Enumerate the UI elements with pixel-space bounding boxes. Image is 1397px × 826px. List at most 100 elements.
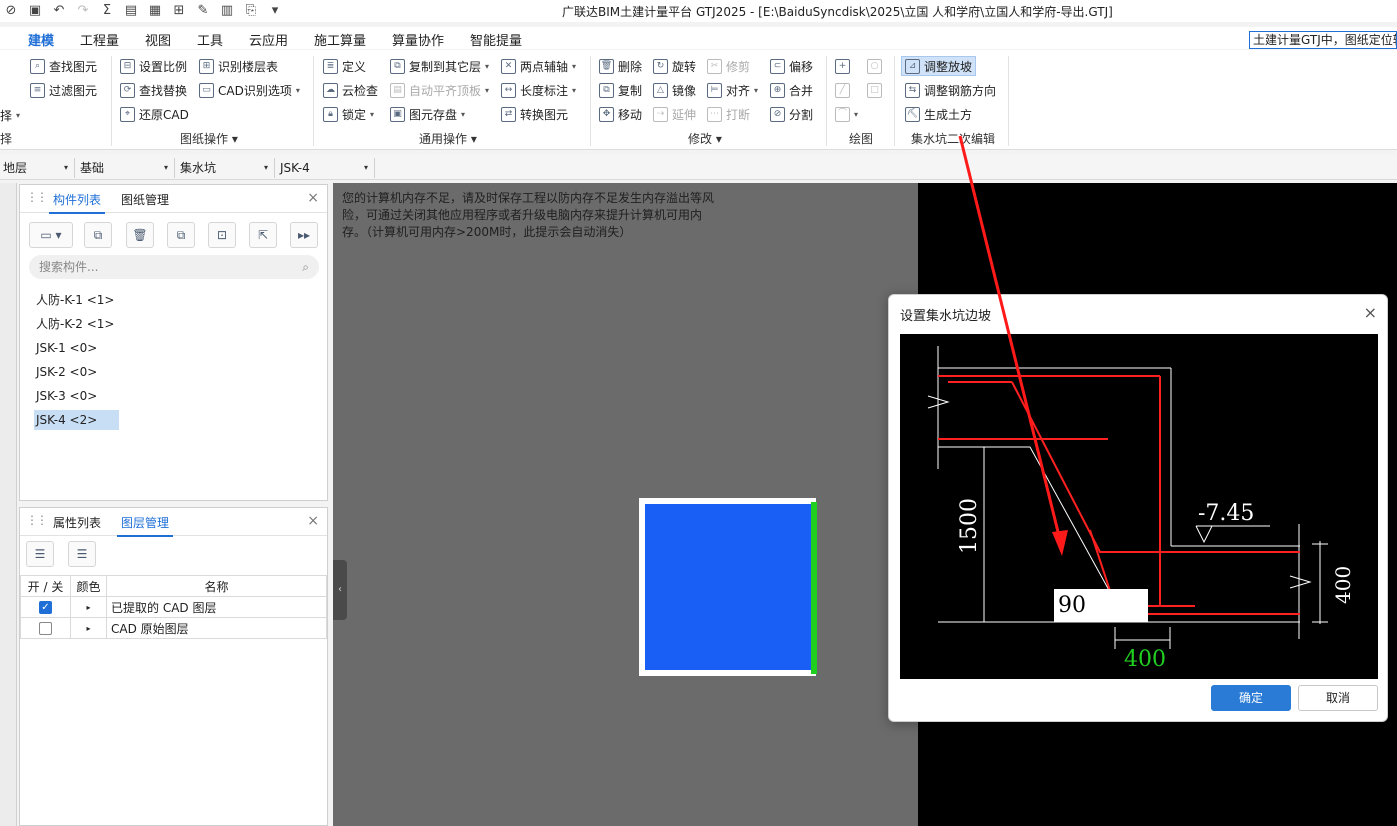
split-button[interactable]: ⊘ 分割	[770, 104, 813, 124]
tab-tools[interactable]: 工具	[197, 30, 223, 49]
tab-layer-management[interactable]: 图层管理	[116, 514, 174, 537]
rotate-button[interactable]: ↻ 旋转	[653, 56, 696, 76]
cloud-check-button[interactable]: ☁ 云检查	[323, 80, 378, 100]
draw-arc-tool[interactable]: ○	[867, 56, 882, 76]
tab-view[interactable]: 视图	[145, 30, 171, 49]
component-type-select[interactable]: 集水坑 ▾	[177, 158, 275, 178]
close-icon[interactable]: ×	[307, 513, 319, 529]
list-item[interactable]: JSK-3 <0>	[34, 386, 99, 406]
show-layers-button[interactable]: ☰	[26, 541, 54, 567]
list-item[interactable]: JSK-1 <0>	[34, 338, 99, 358]
help-search-box[interactable]: 土建计量GTJ中，图纸定位转	[1249, 31, 1397, 49]
tab-quantity[interactable]: 工程量	[80, 30, 119, 49]
grid-icon[interactable]: ▦	[146, 2, 164, 20]
list-item[interactable]: 人防-K-1 <1>	[34, 290, 116, 310]
more-tools-button[interactable]: ▸▸	[290, 222, 318, 248]
adjust-slope-button[interactable]: ⊿ 调整放坡	[901, 56, 977, 76]
delete-button[interactable]: 🗑︎ 删除	[599, 56, 642, 76]
draw-rect-tool[interactable]: □	[867, 80, 882, 100]
hide-layers-button[interactable]: ☰	[68, 541, 96, 567]
tab-cloud[interactable]: 云应用	[249, 30, 288, 49]
offset-button[interactable]: ⊂ 偏移	[770, 56, 813, 76]
app-menu-icon[interactable]: ⊘	[2, 2, 20, 20]
close-icon[interactable]: ×	[307, 190, 319, 206]
tab-property-list[interactable]: 属性列表	[53, 514, 101, 531]
delete-component-button[interactable]: 🗑︎	[126, 222, 154, 248]
adjust-rebar-direction-button[interactable]: ⇆ 调整钢筋方向	[905, 80, 996, 100]
layer-toggle-checkbox[interactable]: ✓	[39, 601, 52, 614]
save-icon[interactable]: ▣	[26, 2, 44, 20]
tab-construction[interactable]: 施工算量	[314, 30, 366, 49]
redo-icon[interactable]: ↷	[74, 2, 92, 20]
grip-icon[interactable]: ⋮⋮	[26, 190, 48, 204]
list-item[interactable]: 人防-K-2 <1>	[34, 314, 116, 334]
restore-cad-button[interactable]: ⌖ 还原CAD	[120, 104, 189, 124]
convert-element-button[interactable]: ⇄ 转换图元	[501, 104, 568, 124]
component-select[interactable]: JSK-4 ▾	[277, 158, 375, 178]
group-label-common-ops[interactable]: 通用操作 ▾	[419, 130, 477, 147]
define-button[interactable]: ≣ 定义	[323, 56, 366, 76]
element-save-button[interactable]: ▣ 图元存盘 ▾	[390, 104, 465, 124]
close-icon[interactable]: ×	[1364, 303, 1377, 322]
slope-angle-input[interactable]: 90	[1054, 589, 1148, 622]
set-scale-button[interactable]: ⊟ 设置比例	[120, 56, 187, 76]
expand-icon[interactable]: ▸	[70, 617, 107, 639]
sump-selected-edge[interactable]	[811, 502, 817, 674]
list-item[interactable]: JSK-2 <0>	[34, 362, 99, 382]
report-icon[interactable]: ▤	[122, 2, 140, 20]
export-icon[interactable]: ⎘	[242, 2, 260, 20]
layout-icon[interactable]: ⊞	[170, 2, 188, 20]
tab-component-list[interactable]: 构件列表	[48, 191, 106, 214]
align-button[interactable]: ⊨ 对齐 ▾	[707, 80, 758, 100]
category-select[interactable]: 基础 ▾	[77, 158, 175, 178]
draw-curve-tool[interactable]: ⌒ ▾	[835, 104, 858, 124]
group-label-modify[interactable]: 修改 ▾	[688, 130, 722, 147]
layer-toggle-checkbox[interactable]	[39, 622, 52, 635]
customize-icon[interactable]: ▾	[266, 2, 284, 20]
extend-button[interactable]: ⇢ 延伸	[653, 104, 696, 124]
two-point-axis-button[interactable]: ✕ 两点辅轴 ▾	[501, 56, 576, 76]
copy-button[interactable]: ⧉ 复制	[599, 80, 642, 100]
component-search-input[interactable]: 搜索构件... ⌕	[29, 255, 319, 279]
floor-copy-button[interactable]: ⊡	[208, 222, 236, 248]
ok-button[interactable]: 确定	[1211, 685, 1291, 711]
tab-collab[interactable]: 算量协作	[392, 30, 444, 49]
auto-align-slab-button[interactable]: ▤ 自动平齐顶板 ▾	[390, 80, 489, 100]
generate-earthwork-button[interactable]: ⛏ 生成土方	[905, 104, 972, 124]
floor-select[interactable]: 地层 ▾	[0, 158, 75, 178]
undo-icon[interactable]: ↶	[50, 2, 68, 20]
duplicate-component-button[interactable]: ⧉	[167, 222, 195, 248]
drawing-canvas[interactable]	[333, 183, 918, 826]
break-button[interactable]: ⋯ 打断	[707, 104, 750, 124]
copy-to-other-floor-button[interactable]: ⧉ 复制到其它层 ▾	[390, 56, 489, 76]
trim-button[interactable]: ✂ 修剪	[707, 56, 750, 76]
sump-element[interactable]	[645, 504, 811, 670]
sum-icon[interactable]: Σ	[98, 2, 116, 20]
tab-modeling[interactable]: 建模	[28, 30, 55, 53]
copy-component-button[interactable]: ⧉	[84, 222, 112, 248]
grip-icon[interactable]: ⋮⋮	[26, 513, 48, 527]
tab-smart[interactable]: 智能提量	[470, 30, 522, 49]
list-item-selected[interactable]: JSK-4 <2>	[34, 410, 119, 430]
tab-drawing-management[interactable]: 图纸管理	[121, 191, 169, 208]
export-component-button[interactable]: ⇱	[249, 222, 277, 248]
partial-select-dropdown[interactable]: 择 ▾	[0, 105, 20, 125]
move-button[interactable]: ✥ 移动	[599, 104, 642, 124]
film-icon[interactable]: ▥	[218, 2, 236, 20]
expand-icon[interactable]: ▸	[70, 596, 107, 618]
draw-line-tool[interactable]: ╱	[835, 80, 850, 100]
draw-point-tool[interactable]: +	[835, 56, 850, 76]
collapse-panel-handle[interactable]: ‹	[333, 560, 347, 620]
group-label-drawing-ops[interactable]: 图纸操作 ▾	[180, 130, 238, 147]
identify-floor-table-button[interactable]: ⊞ 识别楼层表	[199, 56, 278, 76]
mirror-button[interactable]: △ 镜像	[653, 80, 696, 100]
new-component-button[interactable]: ▭ ▾	[29, 222, 73, 248]
find-element-button[interactable]: ⌕ 查找图元	[30, 56, 97, 76]
pen-icon[interactable]: ✎	[194, 2, 212, 20]
lock-button[interactable]: 🔒︎ 锁定 ▾	[323, 104, 374, 124]
filter-element-button[interactable]: ≡ 过滤图元	[30, 80, 97, 100]
cancel-button[interactable]: 取消	[1298, 685, 1378, 711]
merge-button[interactable]: ⊕ 合并	[770, 80, 813, 100]
length-dimension-button[interactable]: ↔ 长度标注 ▾	[501, 80, 576, 100]
find-replace-button[interactable]: ⟳ 查找替换	[120, 80, 187, 100]
